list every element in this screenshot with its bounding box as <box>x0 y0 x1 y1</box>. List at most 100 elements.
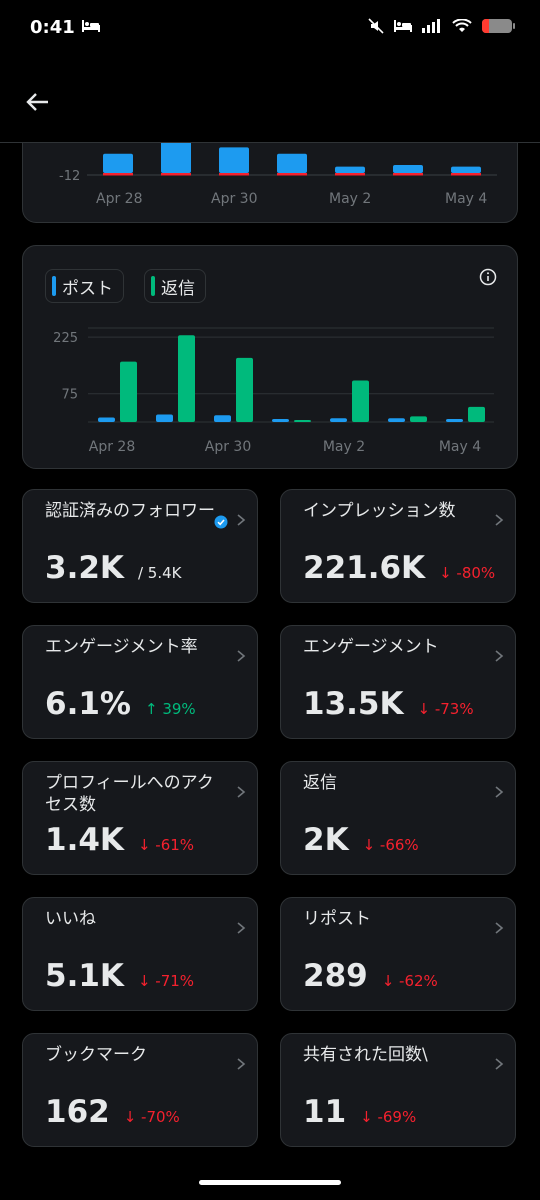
metric-value-row: 162 ↓ -70% <box>45 1094 180 1130</box>
replies-bar <box>294 420 311 422</box>
chevron-right-icon <box>495 922 504 934</box>
replies-bar <box>120 361 137 422</box>
metric-change: ↓ -69% <box>360 1108 417 1126</box>
posts-bar <box>161 143 191 173</box>
metric-change: ↓ -73% <box>417 700 474 718</box>
metric-label: いいね <box>45 909 96 929</box>
posts-bar <box>156 414 173 422</box>
chevron-right-icon <box>237 786 246 798</box>
chevron-right-icon <box>237 650 246 662</box>
metric-label: リポスト <box>303 909 371 929</box>
x-tick-label: Apr 28 <box>89 439 135 455</box>
metric-value: 2K <box>303 822 349 858</box>
metric-value-row: 11 ↓ -69% <box>303 1094 416 1130</box>
posts-bar <box>451 166 481 173</box>
metric-label: エンゲージメント <box>303 637 439 657</box>
replies-bar <box>410 416 427 422</box>
chevron-right-icon <box>237 922 246 934</box>
negative-bar <box>219 173 249 176</box>
metric-change: ↓ -71% <box>137 972 195 990</box>
x-tick-label: May 2 <box>323 439 365 455</box>
metric-card-verified-followers[interactable]: 認証済みのフォロワー 3.2K / 5.4K <box>22 489 258 603</box>
x-tick-label: Apr 30 <box>205 439 251 455</box>
metric-value: 13.5K <box>303 686 404 722</box>
metric-value-row: 1.4K ↓ -61% <box>45 822 194 858</box>
status-time: 0:41 <box>30 17 75 38</box>
metric-card-shares[interactable]: 共有された回数\ 11 ↓ -69% <box>280 1033 516 1147</box>
negative-bar <box>277 173 307 176</box>
metric-value: 6.1% <box>45 686 131 722</box>
metric-change: ↓ -70% <box>123 1108 180 1126</box>
replies-bar <box>178 335 195 422</box>
metric-value-row: 5.1K ↓ -71% <box>45 958 194 994</box>
negative-bar <box>335 173 365 176</box>
chevron-right-icon <box>237 1058 246 1070</box>
metric-value-row: 6.1% ↑ 39% <box>45 686 196 722</box>
negative-bar <box>103 173 133 176</box>
signal-icon <box>422 19 440 33</box>
metric-value: 11 <box>303 1094 347 1130</box>
posts-bar <box>277 153 307 173</box>
posts-bar <box>103 153 133 173</box>
metric-card-profile-visits[interactable]: プロフィールへのアクセス数 1.4K ↓ -61% <box>22 761 258 875</box>
chevron-right-icon <box>495 514 504 526</box>
metric-card-likes[interactable]: いいね 5.1K ↓ -71% <box>22 897 258 1011</box>
metric-value-row: 289 ↓ -62% <box>303 958 438 994</box>
posts-bar <box>388 418 405 422</box>
metric-card-engagements[interactable]: エンゲージメント 13.5K ↓ -73% <box>280 625 516 739</box>
chevron-right-icon <box>495 786 504 798</box>
metric-card-engagement-rate[interactable]: エンゲージメント率 6.1% ↑ 39% <box>22 625 258 739</box>
metric-card-replies[interactable]: 返信 2K ↓ -66% <box>280 761 516 875</box>
posts-bar <box>214 415 231 422</box>
metric-value: 162 <box>45 1094 110 1130</box>
metric-value-row: 3.2K / 5.4K <box>45 550 181 586</box>
battery-icon <box>482 19 515 33</box>
metric-label: 認証済みのフォロワー <box>45 501 215 521</box>
metric-value-row: 221.6K ↓ -80% <box>303 550 495 586</box>
metric-card-impressions[interactable]: インプレッション数 221.6K ↓ -80% <box>280 489 516 603</box>
mute-icon <box>368 18 384 34</box>
sleep-icon <box>394 20 412 32</box>
header <box>0 60 540 143</box>
x-tick-label: Apr 28 <box>96 191 143 207</box>
chevron-right-icon <box>237 514 246 526</box>
chevron-right-icon <box>495 650 504 662</box>
metric-value-row: 13.5K ↓ -73% <box>303 686 474 722</box>
posts-bar <box>219 147 249 173</box>
posts-bar <box>335 166 365 173</box>
metric-value: 1.4K <box>45 822 124 858</box>
posts-replies-chart-card: ポスト 返信 225 75 Apr 28 Apr 30 May 2 May 4 <box>22 245 518 469</box>
metric-label: 返信 <box>303 773 337 793</box>
posts-bar <box>272 418 289 422</box>
metric-total: / 5.4K <box>137 564 182 582</box>
replies-bar <box>236 357 253 422</box>
posts-bar <box>98 417 115 422</box>
metric-change: ↓ -66% <box>362 836 419 854</box>
y-tick-label: 225 <box>53 331 78 346</box>
metric-card-bookmarks[interactable]: ブックマーク 162 ↓ -70% <box>22 1033 258 1147</box>
negative-bar <box>161 173 191 176</box>
negative-bar <box>451 173 481 176</box>
posts-bar <box>393 165 423 173</box>
posts-bar <box>330 418 347 422</box>
metric-value: 3.2K <box>45 550 124 586</box>
y-tick-label: 75 <box>61 388 78 403</box>
posts-chart <box>87 143 497 176</box>
negative-bar <box>393 173 423 176</box>
home-indicator[interactable] <box>199 1180 341 1185</box>
chevron-right-icon <box>495 1058 504 1070</box>
y-tick-label: -12 <box>59 169 81 184</box>
x-tick-label: May 4 <box>439 439 481 455</box>
metric-value: 221.6K <box>303 550 426 586</box>
metric-value: 289 <box>303 958 368 994</box>
metric-label: エンゲージメント率 <box>45 637 198 657</box>
metric-change: ↓ -62% <box>381 972 438 990</box>
back-arrow-icon[interactable] <box>22 86 54 118</box>
metric-value: 5.1K <box>45 958 124 994</box>
x-tick-label: Apr 30 <box>211 191 258 207</box>
metric-change: ↑ 39% <box>144 700 196 718</box>
metric-card-reposts[interactable]: リポスト 289 ↓ -62% <box>280 897 516 1011</box>
x-tick-label: May 4 <box>445 191 488 207</box>
wifi-icon <box>452 19 472 32</box>
status-bar: 0:41 <box>0 0 540 60</box>
